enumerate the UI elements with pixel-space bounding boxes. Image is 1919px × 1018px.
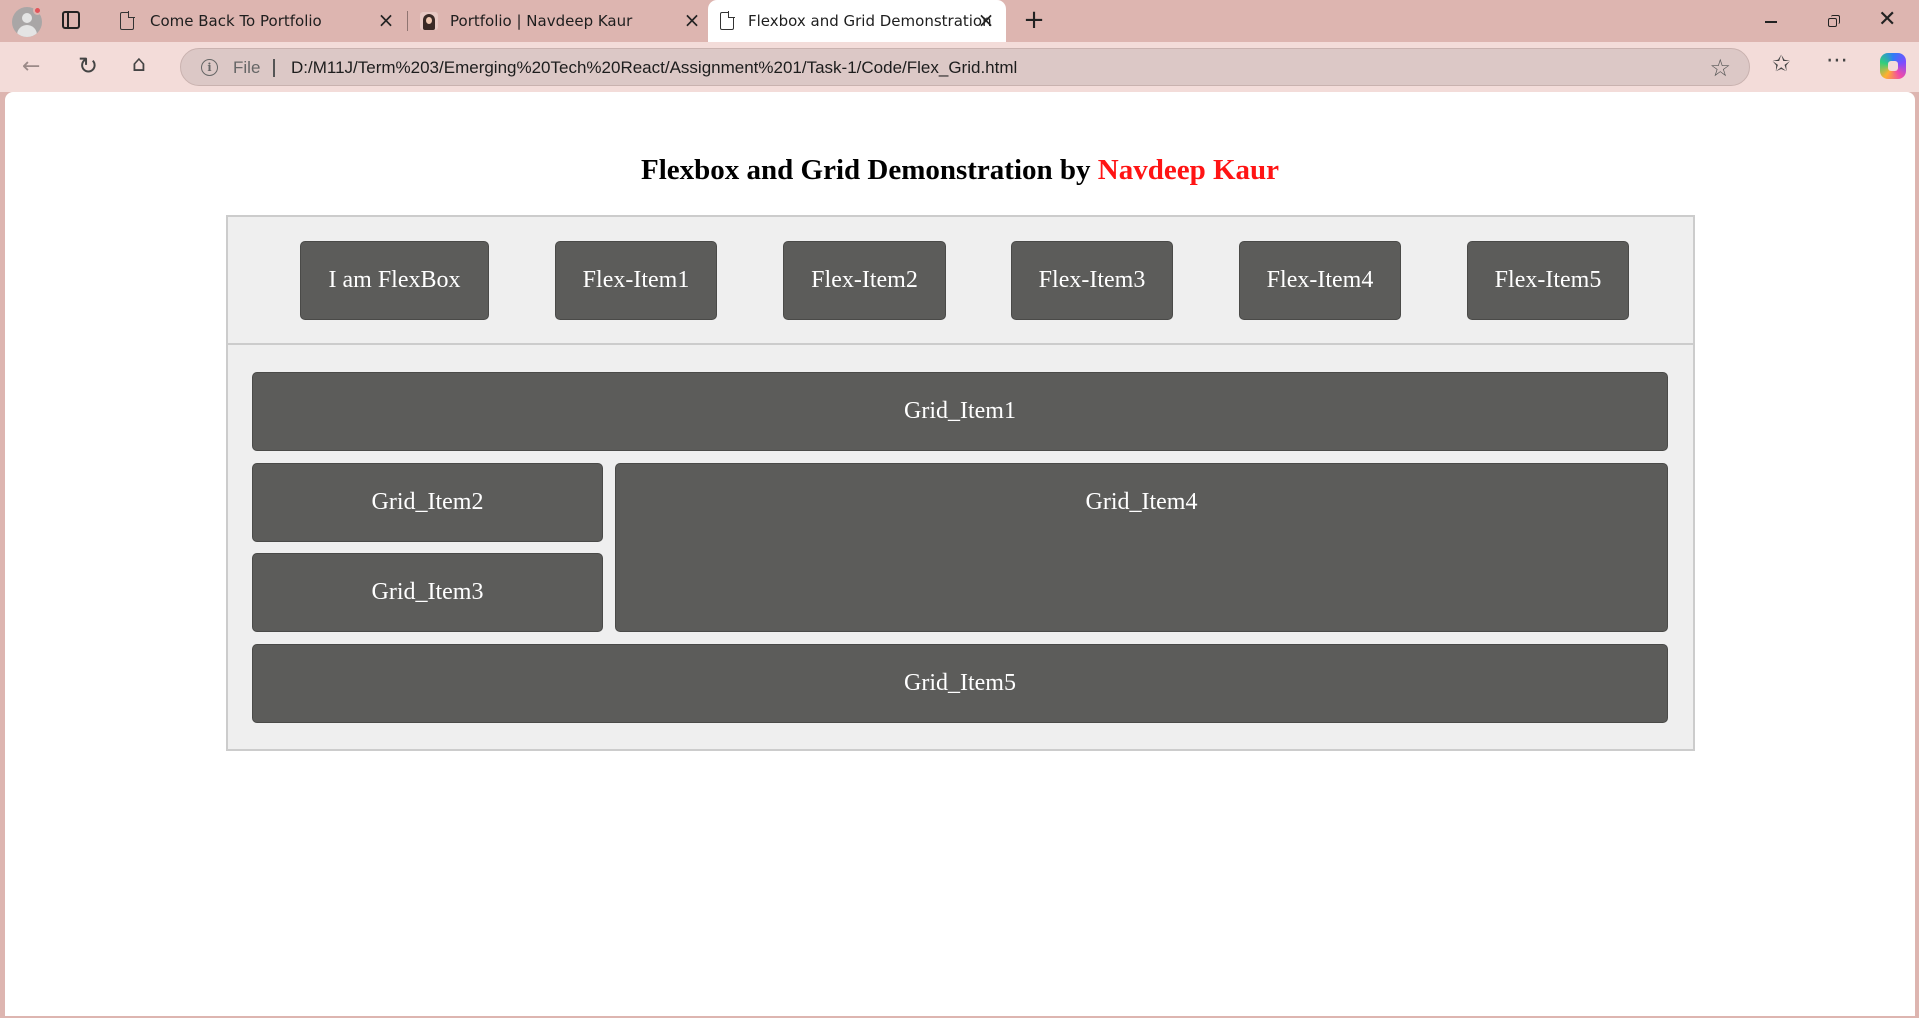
new-tab-icon[interactable]: +	[1022, 7, 1046, 33]
page-viewport: Flexbox and Grid Demonstration by Navdee…	[5, 92, 1915, 1016]
tab-portfolio[interactable]: Portfolio | Navdeep Kaur ×	[408, 0, 708, 42]
grid-item: Grid_Item4	[615, 463, 1668, 632]
tab-title: Flexbox and Grid Demonstration	[748, 12, 992, 30]
flex-item: Flex-Item1	[555, 241, 717, 320]
info-icon[interactable]: i	[201, 59, 218, 76]
address-bar[interactable]: i File D:/M11J/Term%203/Emerging%20Tech%…	[180, 48, 1750, 86]
scheme-label: File	[233, 58, 261, 77]
home-icon[interactable]: ⌂	[132, 54, 146, 76]
tab-title: Come Back To Portfolio	[150, 12, 322, 30]
close-icon[interactable]: ×	[682, 10, 702, 30]
notification-dot	[33, 6, 42, 15]
heading-prefix: Flexbox and Grid Demonstration by	[640, 154, 1091, 186]
favorites-icon[interactable]: ✩	[1772, 54, 1790, 76]
portfolio-favicon-icon	[420, 12, 438, 30]
flex-item: Flex-Item3	[1011, 241, 1173, 320]
grid-item: Grid_Item5	[252, 644, 1668, 723]
url-text[interactable]: D:/M11J/Term%203/Emerging%20Tech%20React…	[291, 58, 1017, 78]
tab-title: Portfolio | Navdeep Kaur	[450, 12, 633, 30]
grid-container: Grid_Item1 Grid_Item2 Grid_Item3 Grid_It…	[226, 345, 1695, 751]
tab-come-back[interactable]: Come Back To Portfolio ×	[108, 0, 408, 42]
more-icon[interactable]: ⋯	[1826, 50, 1849, 72]
author-name: Navdeep Kaur	[1097, 154, 1280, 186]
star-icon[interactable]: ☆	[1709, 54, 1731, 82]
flex-item: Flex-Item5	[1467, 241, 1629, 320]
grid-item: Grid_Item1	[252, 372, 1668, 451]
close-window-icon[interactable]: ✕	[1878, 9, 1896, 31]
grid-item: Grid_Item3	[252, 553, 603, 632]
document-icon	[120, 11, 135, 30]
document-icon	[720, 11, 735, 30]
grid-item: Grid_Item2	[252, 463, 603, 542]
page-title: Flexbox and Grid Demonstration by Navdee…	[5, 154, 1915, 187]
tab-actions-icon[interactable]	[62, 11, 80, 29]
close-icon[interactable]: ×	[376, 10, 396, 30]
copilot-icon[interactable]	[1880, 53, 1906, 79]
flex-item: I am FlexBox	[300, 241, 489, 320]
flex-container: I am FlexBox Flex-Item1 Flex-Item2 Flex-…	[226, 215, 1695, 346]
tab-flexbox-grid[interactable]: Flexbox and Grid Demonstration ×	[708, 0, 1006, 42]
reload-icon[interactable]: ↻	[78, 54, 98, 78]
restore-icon[interactable]	[1828, 15, 1840, 27]
close-icon[interactable]: ×	[976, 10, 996, 30]
minimize-icon[interactable]	[1765, 21, 1777, 23]
browser-toolbar: ← ↻ ⌂ i File D:/M11J/Term%203/Emerging%2…	[0, 42, 1919, 92]
back-icon[interactable]: ←	[22, 56, 40, 78]
tab-strip: Come Back To Portfolio × Portfolio | Nav…	[0, 0, 1919, 42]
flex-item: Flex-Item4	[1239, 241, 1401, 320]
flex-item: Flex-Item2	[783, 241, 946, 320]
